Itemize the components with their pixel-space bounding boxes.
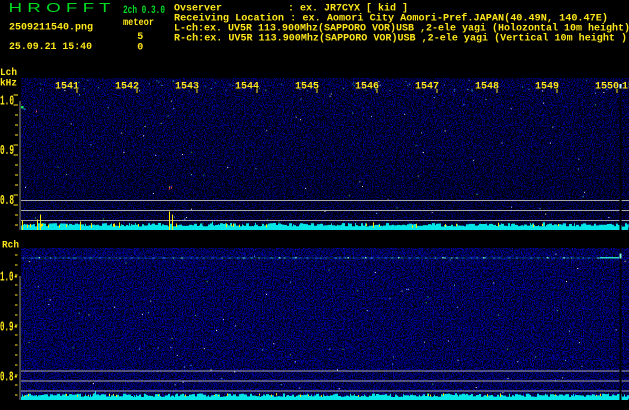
svg-text:1547: 1547 — [415, 81, 439, 92]
svg-text:1543: 1543 — [175, 81, 199, 92]
svg-text:1545: 1545 — [295, 81, 319, 92]
svg-text:1546: 1546 — [355, 81, 379, 92]
svg-text:15: 15 — [622, 81, 629, 92]
svg-text:Rch: Rch — [2, 239, 19, 251]
svg-text:R-ch:ex. UV5R 113.900Mhz(SAPPO: R-ch:ex. UV5R 113.900Mhz(SAPPORO VOR)USB… — [174, 32, 627, 44]
svg-text:0.8-: 0.8- — [0, 370, 18, 385]
svg-text:25.09.21 15:40: 25.09.21 15:40 — [9, 42, 92, 53]
svg-text:0.9-: 0.9- — [0, 320, 18, 335]
svg-text:meteor: meteor — [123, 18, 154, 29]
svg-text:1542: 1542 — [115, 81, 139, 92]
svg-text:Lch: Lch — [0, 67, 17, 79]
svg-text:1541: 1541 — [55, 81, 79, 92]
svg-text:1549: 1549 — [535, 81, 559, 92]
svg-text:1548: 1548 — [475, 81, 499, 92]
svg-text:2509211540.png: 2509211540.png — [9, 22, 93, 33]
svg-text:2ch 0.3.0: 2ch 0.3.0 — [123, 5, 165, 17]
svg-text:0.9: 0.9 — [0, 144, 14, 159]
svg-text:1.0-: 1.0- — [0, 270, 18, 285]
svg-text:0.8: 0.8 — [0, 194, 14, 209]
svg-text:1.0: 1.0 — [0, 95, 14, 110]
svg-text:kHz: kHz — [0, 78, 17, 90]
svg-text:1544: 1544 — [235, 81, 259, 92]
svg-text:0: 0 — [137, 42, 143, 53]
svg-text:H R O F F T: H R O F F T — [9, 0, 111, 15]
svg-text:1550: 1550 — [595, 81, 619, 92]
